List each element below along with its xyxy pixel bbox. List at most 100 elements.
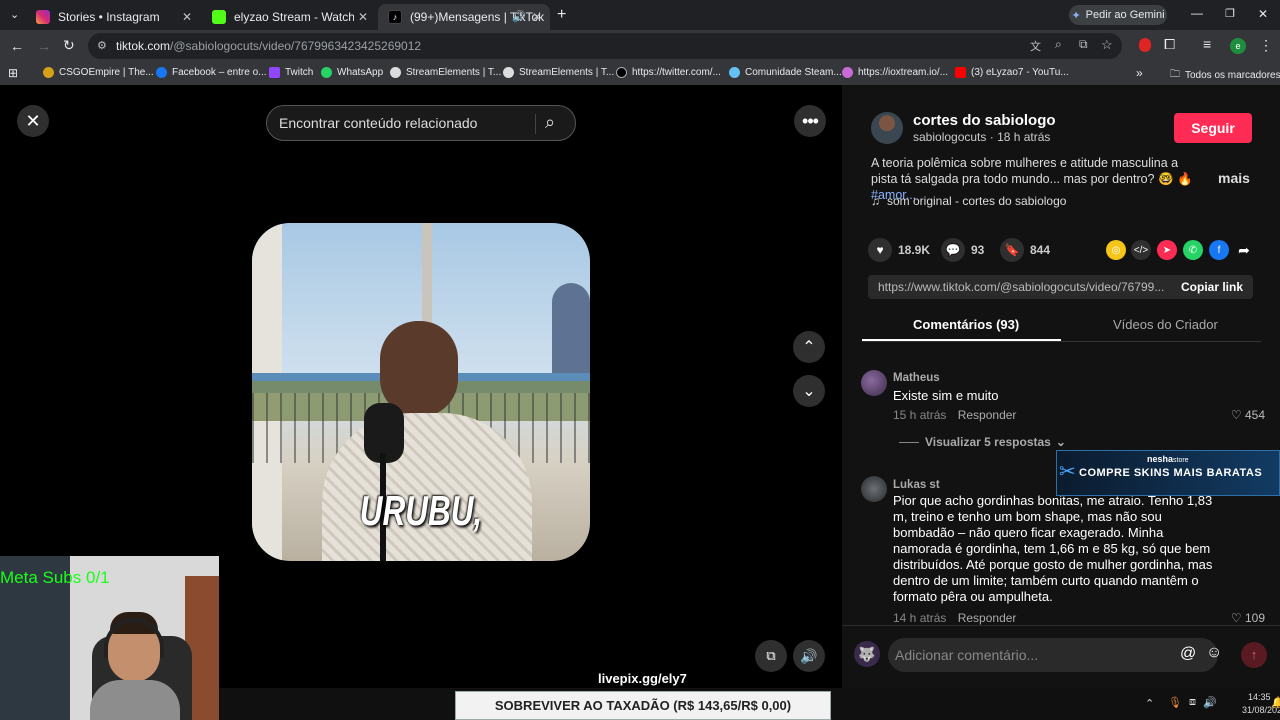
bookmark-ioxtream[interactable]: https://ioxtream.io/... bbox=[842, 67, 948, 78]
network-icon[interactable]: ⧈ bbox=[1189, 696, 1196, 709]
avatar[interactable] bbox=[861, 476, 887, 502]
comment-input[interactable]: Adicionar comentário... @ ☺ bbox=[888, 638, 1222, 672]
gemini-label: Pedir ao Gemini bbox=[1085, 9, 1165, 21]
like-stat[interactable]: ♥ 18.9K bbox=[868, 238, 930, 262]
view-replies-button[interactable]: Visualizar 5 respostas ⌄ bbox=[899, 435, 1066, 449]
share-gift-icon[interactable]: ◎ bbox=[1106, 240, 1126, 260]
video-player[interactable]: URUBU, bbox=[252, 223, 590, 561]
restore-icon[interactable]: ❐ bbox=[1225, 7, 1235, 20]
apps-grid-icon[interactable]: ⊞ bbox=[8, 66, 18, 80]
tab-kick[interactable]: elyzao Stream - Watch Live on Kick ✕ bbox=[202, 4, 376, 30]
instagram-icon bbox=[36, 10, 50, 24]
bookmark-facebook[interactable]: Facebook – entre o... bbox=[156, 67, 267, 78]
gemini-button[interactable]: ✦ Pedir ao Gemini bbox=[1069, 5, 1167, 25]
tab-creator-videos[interactable]: Vídeos do Criador bbox=[1113, 317, 1218, 332]
author-handle[interactable]: sabiologocuts bbox=[913, 130, 986, 144]
like-count: 18.9K bbox=[898, 243, 931, 257]
close-icon[interactable]: ✕ bbox=[532, 10, 542, 24]
bookmark-twitch[interactable]: Twitch bbox=[269, 67, 313, 78]
comment-user[interactable]: Matheus bbox=[893, 372, 940, 384]
comment-user[interactable]: Lukas st bbox=[893, 479, 940, 491]
share-arrow-icon[interactable]: ➦ bbox=[1234, 240, 1254, 260]
close-window-icon[interactable]: ✕ bbox=[1258, 7, 1268, 21]
volume-button[interactable]: 🔊 bbox=[793, 640, 825, 672]
bookmark-csgoempire[interactable]: CSGOEmpire | The... bbox=[43, 67, 154, 78]
translate-icon[interactable]: 文 bbox=[1030, 38, 1041, 54]
send-icon[interactable]: ➤ bbox=[1157, 240, 1177, 260]
notifications-icon[interactable]: 🔔 bbox=[1271, 696, 1280, 709]
avatar[interactable] bbox=[861, 370, 887, 396]
clock-time[interactable]: 14:35 bbox=[1248, 692, 1271, 702]
save-stat[interactable]: 🔖 844 bbox=[1000, 238, 1050, 262]
more-bookmarks-icon[interactable]: » bbox=[1136, 66, 1143, 80]
follow-button[interactable]: Seguir bbox=[1174, 113, 1252, 143]
author-name[interactable]: cortes do sabiologo bbox=[913, 112, 1056, 129]
close-icon[interactable]: ✕ bbox=[182, 10, 192, 24]
comment-time: 15 h atrás bbox=[893, 408, 947, 422]
sound-row[interactable]: ♫ som original - cortes do sabiologo bbox=[871, 194, 1066, 208]
tab-search-icon[interactable]: ⌄ bbox=[10, 8, 19, 21]
zoom-icon[interactable]: ⌕ bbox=[1055, 37, 1062, 52]
embed-icon[interactable]: </> bbox=[1131, 240, 1151, 260]
copy-link-button[interactable]: Copiar link bbox=[1181, 280, 1243, 294]
pip-button[interactable]: ⧉ bbox=[755, 640, 787, 672]
media-control-icon[interactable]: ≡ bbox=[1203, 36, 1211, 52]
related-search-input[interactable]: Encontrar conteúdo relacionado ⌕ bbox=[266, 105, 576, 141]
comment-like[interactable]: ♡ 109 bbox=[1231, 611, 1265, 625]
author-avatar[interactable] bbox=[871, 112, 903, 144]
new-tab-icon[interactable]: + bbox=[557, 6, 566, 24]
csgoempire-icon bbox=[43, 67, 54, 78]
bookmark-star-icon[interactable]: ☆ bbox=[1101, 37, 1113, 53]
reload-icon[interactable]: ↻ bbox=[63, 37, 75, 54]
address-bar[interactable]: ⚙ tiktok.com /@sabiologocuts/video/76799… bbox=[88, 33, 1122, 59]
tray-chevron-icon[interactable]: ⌃ bbox=[1145, 697, 1154, 710]
reply-button[interactable]: Responder bbox=[958, 611, 1017, 625]
bookmark-twitter[interactable]: https://twitter.com/... bbox=[616, 67, 721, 78]
tower bbox=[552, 283, 590, 373]
bookmark-streamelements-2[interactable]: StreamElements | T... bbox=[503, 67, 614, 78]
more-options-button[interactable]: ••• bbox=[794, 105, 826, 137]
user-avatar[interactable]: 🐺 bbox=[854, 641, 880, 667]
extensions-icon[interactable]: ⧠ bbox=[1164, 36, 1175, 53]
all-bookmarks-folder[interactable]: 🗀 Todos os marcadores bbox=[1170, 67, 1280, 84]
kick-icon bbox=[212, 10, 226, 24]
minimize-icon[interactable]: — bbox=[1191, 6, 1203, 20]
whatsapp-share-icon[interactable]: ✆ bbox=[1183, 240, 1203, 260]
site-info-icon[interactable]: ⚙ bbox=[97, 39, 107, 52]
tab-title: Stories • Instagram bbox=[58, 10, 160, 24]
livepix-label: livepix.gg/ely7 bbox=[598, 671, 687, 686]
emoji-icon[interactable]: ☺ bbox=[1206, 644, 1222, 662]
speaker-icon[interactable]: 🔊 bbox=[1203, 696, 1217, 709]
bookmark-youtube[interactable]: (3) eLyzao7 - YouTu... bbox=[955, 67, 1069, 78]
mention-icon[interactable]: @ bbox=[1180, 645, 1196, 663]
forward-icon[interactable]: → bbox=[37, 38, 51, 54]
comment-like[interactable]: ♡ 454 bbox=[1231, 408, 1265, 422]
tab-comments[interactable]: Comentários (93) bbox=[913, 317, 1019, 332]
facebook-share-icon[interactable]: f bbox=[1209, 240, 1229, 260]
audio-icon[interactable]: 🔊 bbox=[512, 10, 526, 23]
previous-video-button[interactable]: ⌃ bbox=[793, 331, 825, 363]
search-icon[interactable]: ⌕ bbox=[545, 112, 555, 133]
tab-instagram[interactable]: Stories • Instagram ✕ bbox=[26, 4, 200, 30]
next-video-button[interactable]: ⌄ bbox=[793, 375, 825, 407]
menu-icon[interactable]: ⋮ bbox=[1259, 37, 1273, 54]
mic-icon[interactable]: 🎙 bbox=[1168, 696, 1182, 709]
bookmark-label: (3) eLyzao7 - YouTu... bbox=[971, 67, 1069, 78]
back-icon[interactable]: ← bbox=[10, 38, 24, 54]
comment-divider bbox=[842, 625, 1280, 626]
close-video-button[interactable]: ✕ bbox=[17, 105, 49, 137]
more-description-button[interactable]: mais bbox=[1218, 170, 1250, 186]
reply-button[interactable]: Responder bbox=[958, 408, 1017, 422]
bookmark-steam[interactable]: Comunidade Steam... bbox=[729, 67, 842, 78]
tab-tiktok[interactable]: ♪ (99+)Mensagens | TikTok 🔊 ✕ bbox=[378, 4, 550, 30]
close-icon[interactable]: ✕ bbox=[358, 10, 368, 24]
profile-avatar[interactable]: e bbox=[1230, 38, 1246, 54]
bookmark-label: StreamElements | T... bbox=[406, 67, 502, 78]
bookmark-streamelements-1[interactable]: StreamElements | T... bbox=[390, 67, 501, 78]
comment-stat[interactable]: 💬 93 bbox=[941, 238, 984, 262]
post-comment-button[interactable]: ↑ bbox=[1241, 642, 1267, 668]
extension-red-icon[interactable] bbox=[1139, 38, 1151, 52]
install-app-icon[interactable]: ⧉ bbox=[1079, 37, 1088, 52]
sound-label: som original - cortes do sabiologo bbox=[887, 194, 1067, 208]
bookmark-whatsapp[interactable]: WhatsApp bbox=[321, 67, 383, 78]
